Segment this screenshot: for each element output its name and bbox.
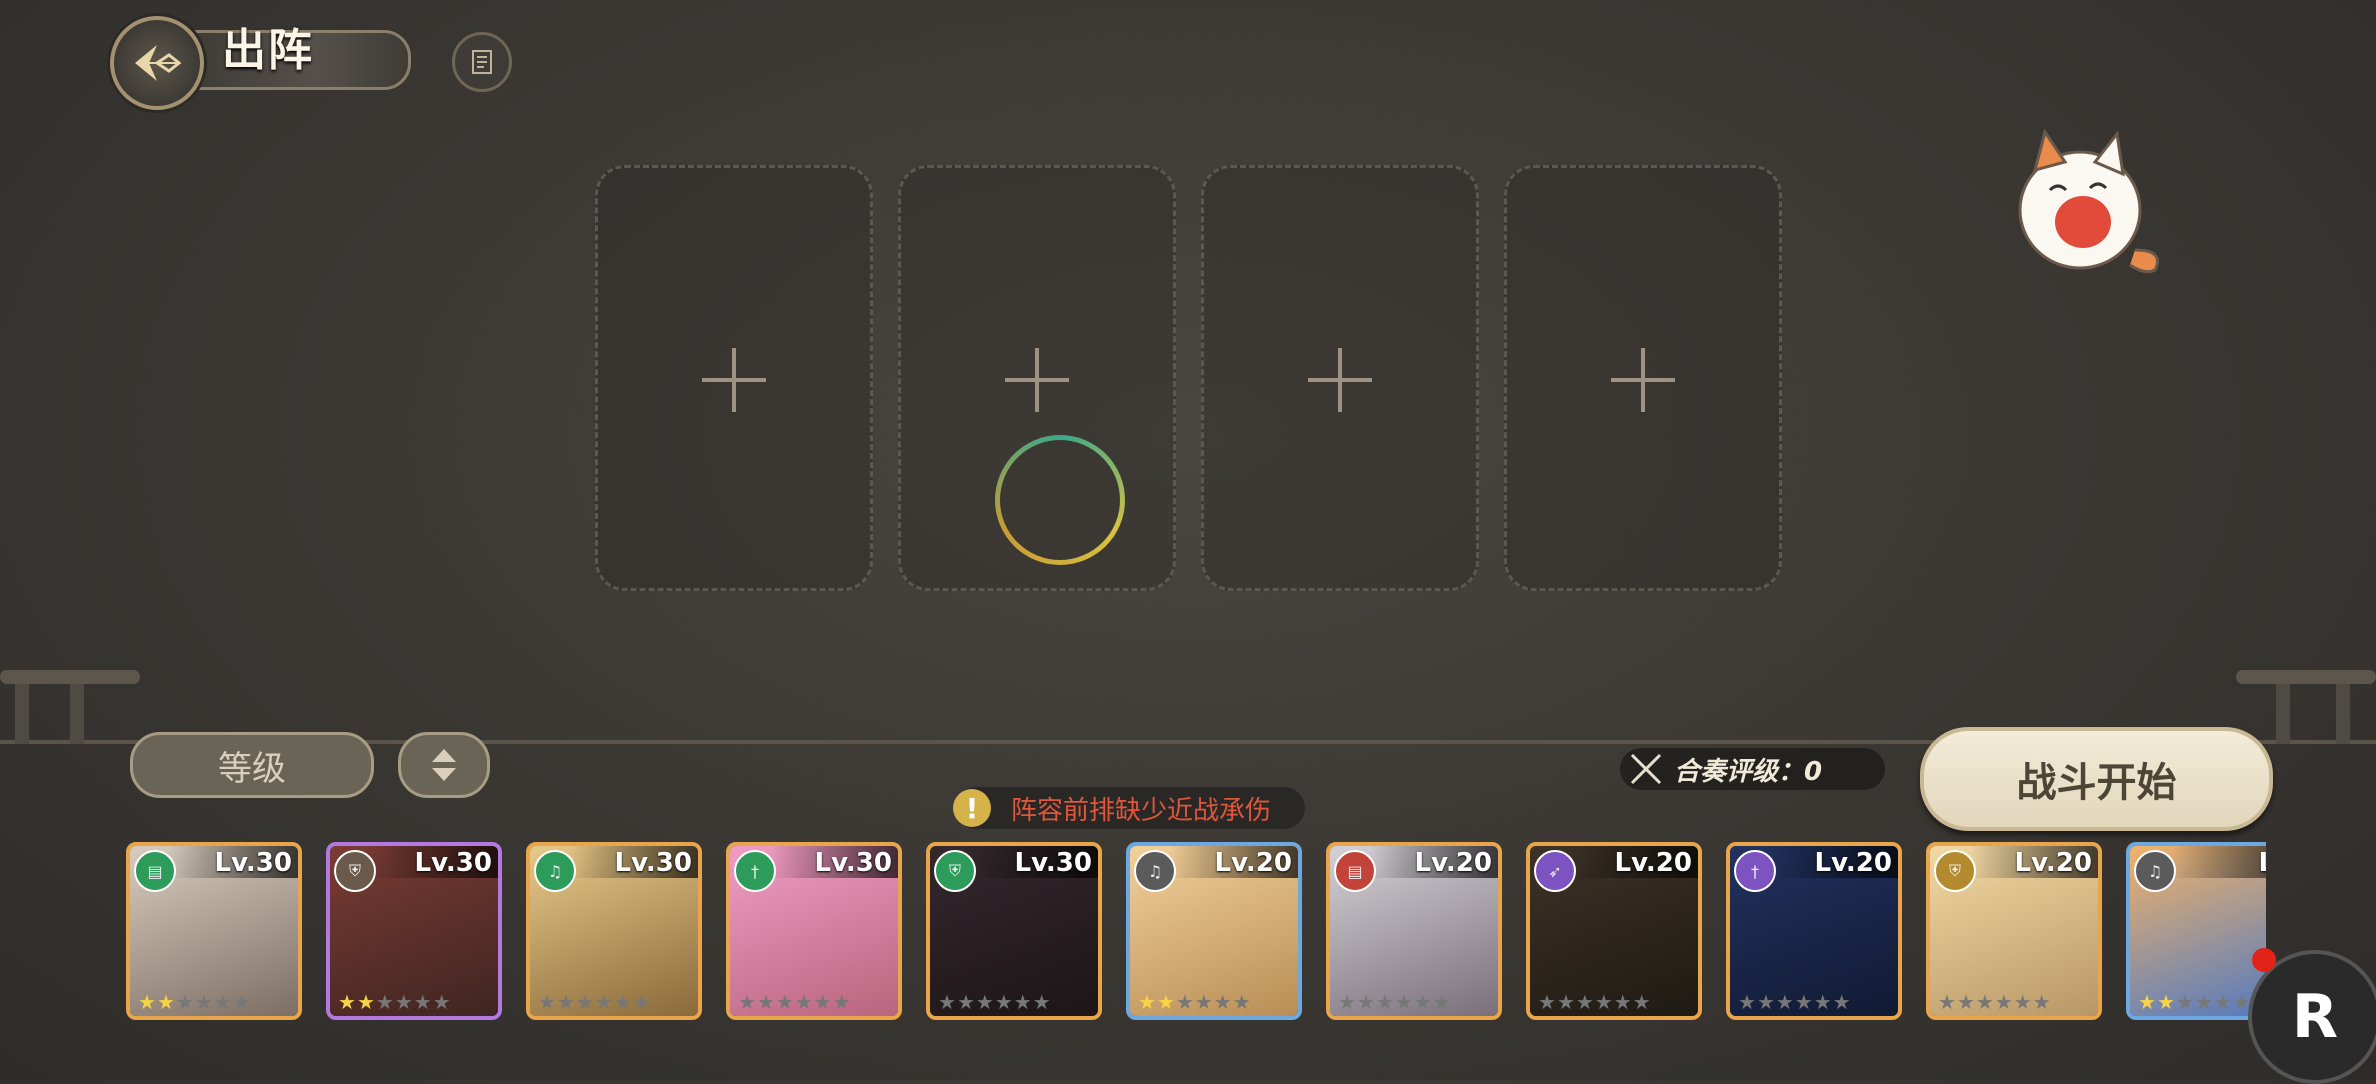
back-button[interactable] xyxy=(110,16,204,110)
plus-icon xyxy=(1005,348,1069,412)
character-card[interactable]: Lv.30 † ★★★★★★ xyxy=(726,842,902,1020)
formation-warning: ! 阵容前排缺少近战承伤 xyxy=(953,787,1305,829)
character-level: Lv.30 xyxy=(614,848,692,878)
character-level: Lv.30 xyxy=(814,848,892,878)
character-card[interactable]: Lv ♫ ★★★★★★ xyxy=(2126,842,2266,1020)
character-level: Lv xyxy=(2258,848,2266,878)
lyre-icon: ♫ xyxy=(2134,850,2176,892)
book-icon: ▤ xyxy=(134,850,176,892)
star-rating: ★★★★★★ xyxy=(2138,990,2252,1014)
character-card[interactable]: Lv.30 ⛨ ★★★★★★ xyxy=(926,842,1102,1020)
character-level: Lv.30 xyxy=(1014,848,1092,878)
character-card[interactable]: Lv.20 ♫ ★★★★★★ xyxy=(1126,842,1302,1020)
shield-icon: ⛨ xyxy=(934,850,976,892)
star-rating: ★★★★★★ xyxy=(738,990,852,1014)
level-banner xyxy=(2170,846,2266,878)
start-battle-button[interactable]: 战斗开始 xyxy=(1920,727,2273,831)
star-rating: ★★★★★★ xyxy=(1338,990,1452,1014)
lyre-icon: ♫ xyxy=(534,850,576,892)
character-level: Lv.20 xyxy=(1414,848,1492,878)
ensemble-rating: 合奏评级：0 xyxy=(1620,748,1885,790)
exclamation-icon: ! xyxy=(953,789,991,827)
star-rating: ★★★★★★ xyxy=(1738,990,1852,1014)
star-rating: ★★★★★★ xyxy=(1538,990,1652,1014)
character-level: Lv.30 xyxy=(414,848,492,878)
plus-icon xyxy=(702,348,766,412)
character-card[interactable]: Lv.30 ♫ ★★★★★★ xyxy=(526,842,702,1020)
crossed-swords-icon xyxy=(1630,753,1662,785)
warning-text: 阵容前排缺少近战承伤 xyxy=(1011,795,1272,826)
shield-icon: ⛨ xyxy=(1934,850,1976,892)
star-rating: ★★★★★★ xyxy=(938,990,1052,1014)
character-level: Lv.20 xyxy=(1814,848,1892,878)
character-level: Lv.20 xyxy=(1214,848,1292,878)
railing-right xyxy=(2236,670,2376,744)
formation-slot-4[interactable] xyxy=(1504,165,1782,591)
sort-by-level-button[interactable]: 等级 xyxy=(130,732,374,798)
character-card[interactable]: Lv.20 ▤ ★★★★★★ xyxy=(1326,842,1502,1020)
character-card[interactable]: Lv.20 ⛨ ★★★★★★ xyxy=(1926,842,2102,1020)
sort-order-button[interactable] xyxy=(398,732,490,798)
star-rating: ★★★★★★ xyxy=(138,990,252,1014)
plus-icon xyxy=(1611,348,1675,412)
sword-icon: † xyxy=(1734,850,1776,892)
lyre-icon: ♫ xyxy=(1134,850,1176,892)
character-level: Lv.30 xyxy=(214,848,292,878)
character-card[interactable]: Lv.20 ➶ ★★★★★★ xyxy=(1526,842,1702,1020)
railing-left xyxy=(0,670,140,744)
character-level: Lv.20 xyxy=(1614,848,1692,878)
star-rating: ★★★★★★ xyxy=(1138,990,1252,1014)
document-icon xyxy=(472,50,492,74)
character-card[interactable]: Lv.30 ▤ ★★★★★★ xyxy=(126,842,302,1020)
character-list: Lv.30 ▤ ★★★★★★ Lv.30 ⛨ ★★★★★★ Lv.30 ♫ ★★★★★★ Lv.3… xyxy=(126,842,2266,1022)
star-rating: ★★★★★★ xyxy=(538,990,652,1014)
formation-slot-1[interactable] xyxy=(595,165,873,591)
shield-icon: ⛨ xyxy=(334,850,376,892)
formation-slot-3[interactable] xyxy=(1201,165,1479,591)
character-card[interactable]: Lv.20 † ★★★★★★ xyxy=(1726,842,1902,1020)
book-icon: ▤ xyxy=(1334,850,1376,892)
page-title: 出阵 xyxy=(222,25,314,76)
star-rating: ★★★★★★ xyxy=(1938,990,2052,1014)
info-button[interactable] xyxy=(452,32,512,92)
sword-icon: † xyxy=(734,850,776,892)
compass-emblem-icon xyxy=(135,45,182,81)
ensemble-rating-text: 合奏评级：0 xyxy=(1674,756,1823,787)
character-card[interactable]: Lv.30 ⛨ ★★★★★★ xyxy=(326,842,502,1020)
notification-dot xyxy=(2252,948,2276,972)
bow-icon: ➶ xyxy=(1534,850,1576,892)
character-level: Lv.20 xyxy=(2014,848,2092,878)
sort-arrows-icon xyxy=(432,749,456,781)
loading-ring-icon xyxy=(995,435,1125,565)
cat-mascot-icon[interactable] xyxy=(1995,110,2175,280)
plus-icon xyxy=(1308,348,1372,412)
star-rating: ★★★★★★ xyxy=(338,990,452,1014)
